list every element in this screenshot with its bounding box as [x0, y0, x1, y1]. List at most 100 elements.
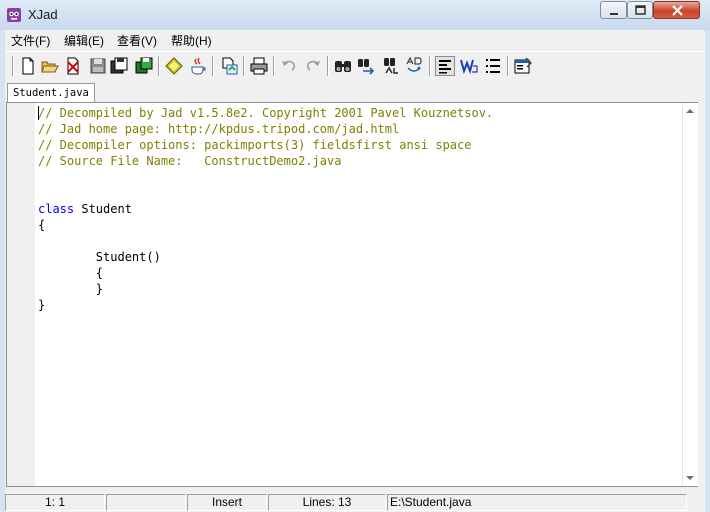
undo-button[interactable] [279, 56, 299, 76]
code-token: { [38, 266, 104, 280]
toolbar-separator [212, 56, 214, 76]
redo-icon [307, 60, 320, 71]
save-all-icon [135, 57, 153, 74]
code-line: Student() [38, 249, 493, 265]
code-token: { [38, 218, 46, 232]
menu-view[interactable]: 查看(V) [117, 32, 157, 49]
close-icon [672, 5, 683, 16]
status-panel-empty [106, 494, 186, 511]
toolbar-separator [429, 56, 431, 76]
toolbar-separator [243, 56, 245, 76]
code-editor[interactable]: 12345678910111213 // Decompiled by Jad v… [6, 102, 698, 487]
toolbar [5, 51, 705, 81]
code-token: // Source File Name: ConstructDemo2.java [38, 154, 342, 168]
maximize-button[interactable] [627, 1, 653, 19]
xjad-app-icon [7, 8, 21, 22]
maximize-icon [635, 5, 646, 15]
status-bar: 1: 1 Insert Lines: 13 E:\Student.java [5, 492, 705, 512]
decompile-icon [165, 57, 183, 75]
vertical-scrollbar[interactable] [682, 103, 698, 486]
code-line: // Jad home page: http://kpdus.tripod.co… [38, 121, 493, 137]
code-token: class [38, 202, 75, 216]
code-line: class Student [38, 201, 493, 217]
replace-button[interactable] [381, 56, 401, 76]
close-file-button[interactable] [63, 56, 83, 76]
java-button[interactable] [188, 56, 208, 76]
code-token: // Decompiled by Jad v1.5.8e2. Copyright… [38, 106, 494, 120]
code-token: // Jad home page: http://kpdus.tripod.co… [38, 122, 400, 136]
properties-button[interactable] [513, 56, 533, 76]
menu-edit[interactable]: 编辑(E) [64, 32, 104, 49]
file-tab-strip: Student.java [5, 80, 705, 103]
code-token: Student [74, 202, 132, 216]
print-button[interactable] [249, 56, 269, 76]
code-line: // Decompiler options: packimports(3) fi… [38, 137, 493, 153]
replace-next-icon [406, 56, 422, 72]
window-title: XJad [28, 7, 58, 22]
save-button[interactable] [88, 56, 108, 76]
find-icon [335, 61, 351, 72]
refresh-button[interactable] [219, 56, 239, 76]
find-button[interactable] [333, 56, 353, 76]
menu-bar: 文件(F) 编辑(E) 查看(V) 帮助(H) [5, 30, 705, 50]
refresh-icon [222, 57, 238, 75]
close-button[interactable] [653, 1, 700, 19]
open-folder-icon [41, 61, 59, 73]
status-edit-mode: Insert [187, 494, 267, 511]
find-next-button[interactable] [357, 56, 377, 76]
save-as-button[interactable] [109, 56, 129, 76]
find-next-icon [358, 59, 375, 75]
toolbar-separator [327, 56, 329, 76]
xjad-window: XJad 文件(F) 编辑(E) 查看(V) 帮助(H) Student.jav… [0, 0, 710, 512]
word-wrap-icon [460, 59, 478, 75]
code-line: } [38, 281, 493, 297]
code-token: } [38, 298, 46, 312]
tab-student-java[interactable]: Student.java [7, 83, 95, 103]
line-number-gutter [7, 103, 35, 486]
status-line-count: Lines: 13 [268, 494, 386, 511]
replace-next-button[interactable] [404, 56, 424, 76]
scroll-up-arrow-icon[interactable] [686, 109, 694, 113]
minimize-icon [610, 13, 618, 15]
title-bar[interactable]: XJad [0, 0, 710, 30]
toolbar-separator [273, 56, 275, 76]
code-line: // Source File Name: ConstructDemo2.java [38, 153, 493, 169]
code-token: // Decompiler options: packimports(3) fi… [38, 138, 472, 152]
align-left-button[interactable] [435, 56, 455, 76]
redo-button[interactable] [303, 56, 323, 76]
word-wrap-button[interactable] [459, 56, 479, 76]
scroll-down-arrow-icon[interactable] [686, 476, 694, 480]
code-line: { [38, 217, 493, 233]
text-caret [38, 106, 39, 120]
undo-icon [282, 60, 295, 71]
code-token: Student() [38, 250, 161, 264]
new-file-icon [22, 57, 34, 75]
minimize-button[interactable] [600, 1, 627, 19]
client-area: 文件(F) 编辑(E) 查看(V) 帮助(H) Student.java // … [5, 30, 705, 512]
menu-file[interactable]: 文件(F) [11, 32, 50, 49]
code-text[interactable]: // Decompiled by Jad v1.5.8e2. Copyright… [38, 105, 493, 313]
status-cursor-position: 1: 1 [5, 494, 105, 511]
code-line: { [38, 265, 493, 281]
open-button[interactable] [40, 56, 60, 76]
list-icon [486, 59, 500, 73]
decompile-button[interactable] [164, 56, 184, 76]
save-as-icon [110, 57, 128, 74]
status-file-path: E:\Student.java [387, 494, 687, 511]
new-file-button[interactable] [18, 56, 38, 76]
list-button[interactable] [483, 56, 503, 76]
print-icon [250, 57, 268, 75]
toolbar-separator [507, 56, 509, 76]
toolbar-separator [158, 56, 160, 76]
menu-help[interactable]: 帮助(H) [171, 32, 212, 49]
code-line: } [38, 297, 493, 313]
close-file-icon [67, 57, 79, 75]
code-token: } [38, 282, 104, 296]
save-all-button[interactable] [134, 56, 154, 76]
toolbar-separator [12, 56, 14, 76]
save-icon [90, 58, 106, 74]
properties-icon [514, 57, 532, 74]
